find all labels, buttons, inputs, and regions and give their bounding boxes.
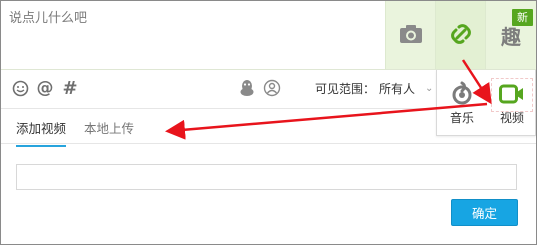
tab-add-video[interactable]: 添加视频 bbox=[16, 118, 67, 147]
chevron-down-icon: ⌄ bbox=[425, 83, 434, 94]
mention-icon[interactable]: @ bbox=[36, 78, 54, 98]
smiley-icon[interactable] bbox=[11, 78, 29, 98]
camera-icon bbox=[399, 24, 423, 47]
confirm-button[interactable]: 确定 bbox=[451, 199, 518, 226]
video-tabs: 添加视频 本地上传 bbox=[1, 110, 536, 147]
link-tile[interactable] bbox=[435, 1, 485, 69]
link-icon bbox=[448, 21, 474, 50]
qq-penguin-icon[interactable] bbox=[238, 78, 256, 98]
post-textarea[interactable]: 说点儿什么吧 bbox=[1, 1, 384, 69]
group-icon[interactable] bbox=[262, 78, 282, 98]
visibility-selector[interactable]: 可见范围： 所有人 ⌄ bbox=[315, 80, 433, 97]
tab-local-upload[interactable]: 本地上传 bbox=[84, 118, 134, 145]
new-badge: 新 bbox=[512, 9, 533, 26]
divider bbox=[1, 108, 436, 109]
music-icon bbox=[450, 80, 474, 109]
visibility-value: 所有人 bbox=[379, 82, 416, 96]
video-url-input[interactable] bbox=[16, 164, 517, 190]
post-textarea-placeholder: 说点儿什么吧 bbox=[9, 11, 88, 26]
hashtag-icon[interactable]: # bbox=[61, 78, 79, 99]
video-camera-icon bbox=[499, 84, 525, 107]
visibility-label: 可见范围： bbox=[315, 82, 376, 96]
photo-tile[interactable] bbox=[385, 1, 435, 69]
